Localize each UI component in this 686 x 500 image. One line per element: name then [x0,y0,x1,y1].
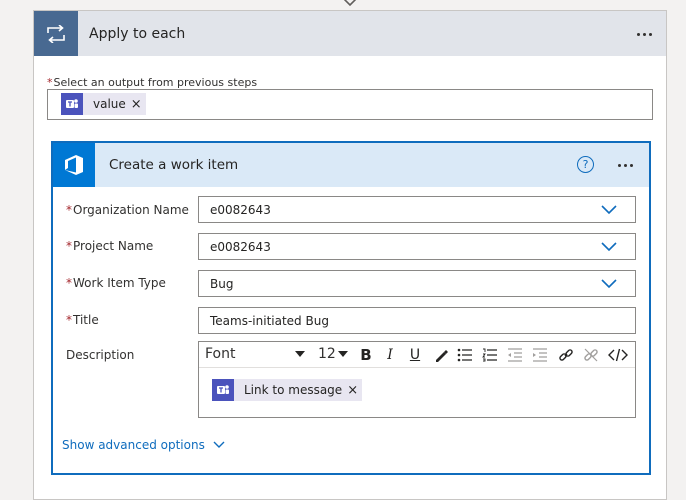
numbered-list-icon[interactable] [480,345,500,365]
apply-to-each-title: Apply to each [89,25,186,42]
font-family-select[interactable]: Font [205,346,305,362]
azure-devops-icon [53,143,95,187]
select-output-label: *Select an output from previous steps [47,76,257,89]
caret-down-icon [295,351,305,357]
required-mark: * [47,76,53,89]
italic-icon[interactable]: I [380,345,400,365]
teams-icon [61,93,83,115]
more-dot-icon [617,163,621,167]
work-item-type-label-text: Work Item Type [73,276,166,290]
font-size-value: 12 [318,346,336,362]
underline-icon[interactable]: U [405,345,425,365]
bold-icon[interactable]: B [356,345,376,365]
bullet-list-icon[interactable] [455,345,475,365]
title-input[interactable]: Teams-initiated Bug [198,307,636,334]
create-work-item-card: Create a work item ? *Organization Name … [51,141,651,475]
show-advanced-options-label: Show advanced options [62,438,205,452]
organization-name-value: e0082643 [210,202,271,217]
font-size-select[interactable]: 12 [318,346,352,362]
chevron-down-icon [213,441,225,448]
required-mark: * [66,203,72,217]
chevron-down-icon [601,242,617,252]
project-name-label-text: Project Name [73,239,154,253]
work-item-type-dropdown[interactable]: Bug [198,270,636,297]
link-to-message-label: Link to message [244,383,343,397]
organization-name-label-text: Organization Name [73,203,189,217]
show-advanced-options-link[interactable]: Show advanced options [62,438,225,452]
select-output-label-text: Select an output from previous steps [53,76,258,89]
code-view-icon[interactable] [606,345,630,365]
value-token-remove-button[interactable]: × [131,97,146,112]
loop-icon [34,11,78,56]
required-mark: * [66,313,72,327]
description-editor[interactable]: Font 12 B I U Link to message × [198,341,636,418]
more-dot-icon [648,32,652,36]
more-dot-icon [642,32,646,36]
increase-indent-icon[interactable] [530,345,550,365]
title-value: Teams-initiated Bug [210,313,329,328]
link-icon[interactable] [556,345,576,365]
unlink-icon[interactable] [581,345,601,365]
editor-toolbar: Font 12 B I U [199,342,635,368]
required-mark: * [66,239,72,253]
project-name-dropdown[interactable]: e0082643 [198,233,636,260]
apply-to-each-more-button[interactable] [632,24,656,44]
work-item-type-value: Bug [210,276,234,291]
more-dot-icon [629,163,633,167]
title-label-text: Title [73,313,99,327]
title-label: *Title [66,313,99,327]
decrease-indent-icon[interactable] [505,345,525,365]
project-name-label: *Project Name [66,239,153,253]
teams-icon [212,379,234,401]
description-label: Description [66,348,135,362]
caret-down-icon [338,351,348,357]
link-to-message-remove-button[interactable]: × [347,383,362,398]
required-mark: * [66,276,72,290]
create-work-item-more-button[interactable] [613,155,637,175]
value-token[interactable]: value × [61,93,146,115]
more-dot-icon [623,163,627,167]
arrow-down-icon [343,0,357,7]
create-work-item-header[interactable]: Create a work item ? [53,143,649,187]
apply-to-each-header[interactable]: Apply to each [34,11,666,56]
chevron-down-icon [601,279,617,289]
select-output-input[interactable]: value × [47,89,653,120]
project-name-value: e0082643 [210,239,271,254]
organization-name-dropdown[interactable]: e0082643 [198,196,636,223]
highlight-pen-icon[interactable] [431,345,451,365]
work-item-type-label: *Work Item Type [66,276,166,290]
value-token-label: value [93,97,126,111]
chevron-down-icon [601,205,617,215]
link-to-message-token[interactable]: Link to message × [212,379,363,401]
organization-name-label: *Organization Name [66,203,189,217]
apply-to-each-card: Apply to each *Select an output from pre… [33,10,667,500]
font-family-value: Font [205,346,236,362]
help-icon[interactable]: ? [577,156,594,173]
create-work-item-title: Create a work item [109,157,239,173]
more-dot-icon [636,32,640,36]
